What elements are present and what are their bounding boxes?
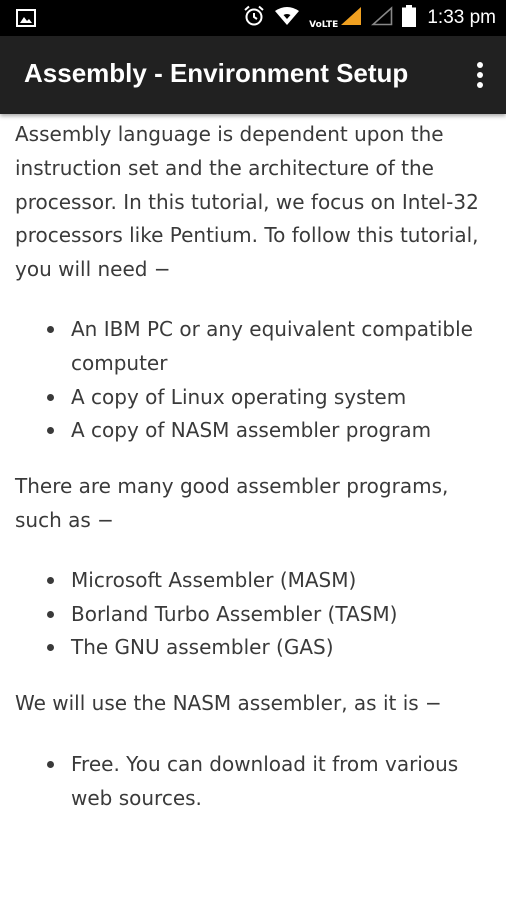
list-item: A copy of Linux operating system [15,381,491,415]
list-item: An IBM PC or any equivalent compatible c… [15,313,491,381]
assemblers-paragraph: There are many good assembler programs, … [15,474,449,532]
battery-icon [402,5,417,31]
status-bar: VoLTE 1:33 pm [0,0,506,36]
list-item: A copy of NASM assembler program [15,414,491,448]
status-time: 1:33 pm [427,7,496,28]
wifi-icon [274,6,300,30]
alarm-icon [243,5,265,31]
network-label: VoLTE [309,20,339,30]
more-vert-icon[interactable] [476,62,484,88]
assemblers-list: Microsoft Assembler (MASM) Borland Turbo… [15,564,491,665]
signal-icon [340,6,362,30]
nasm-reasons-list: Free. You can download it from various w… [15,748,491,816]
list-item: The GNU assembler (GAS) [15,631,491,665]
intro-paragraph: Assembly language is dependent upon the … [15,122,479,282]
app-bar: Assembly - Environment Setup [0,36,506,114]
image-icon [16,9,36,31]
article-content: Assembly language is dependent upon the … [15,118,491,816]
page-title: Assembly - Environment Setup [24,58,409,88]
list-item: Free. You can download it from various w… [15,748,491,816]
requirements-list: An IBM PC or any equivalent compatible c… [15,313,491,448]
signal-empty-icon [371,6,393,30]
list-item: Microsoft Assembler (MASM) [15,564,491,598]
list-item: Borland Turbo Assembler (TASM) [15,598,491,632]
nasm-paragraph: We will use the NASM assembler, as it is… [15,691,442,716]
